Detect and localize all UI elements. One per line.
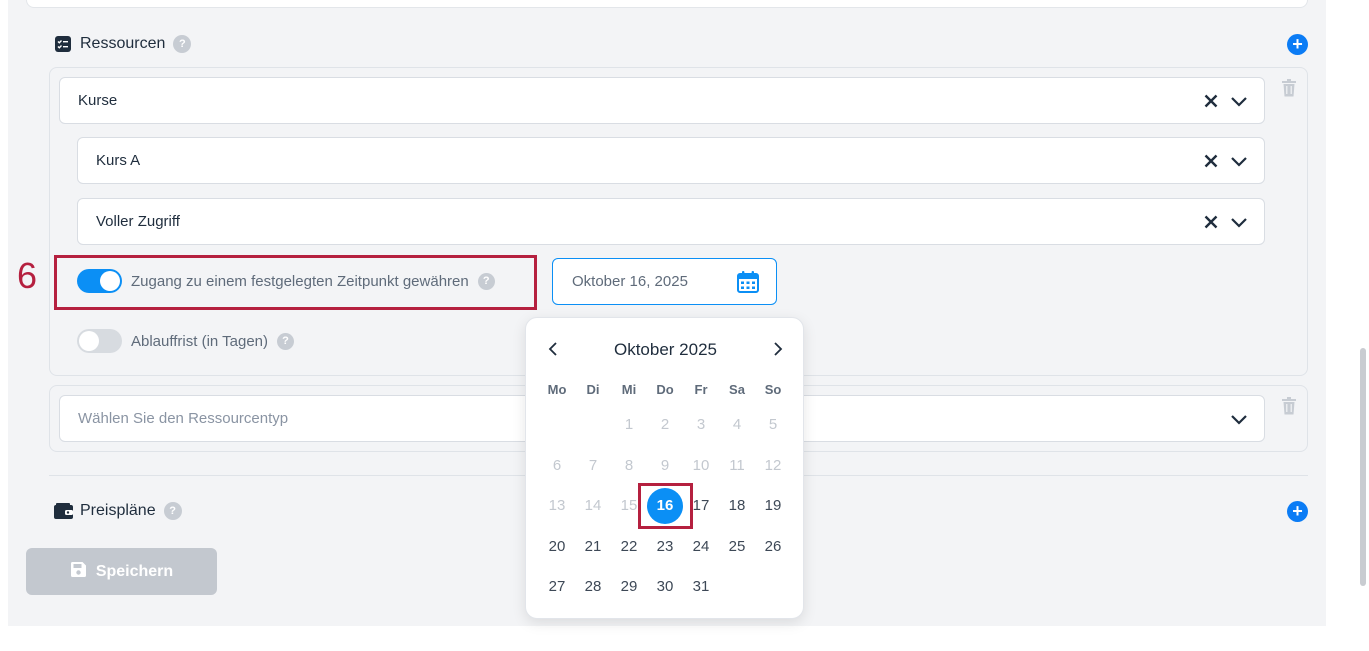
weekday-label: Sa	[729, 382, 745, 397]
weekday-label: Mi	[621, 382, 637, 397]
trash-icon[interactable]	[1282, 79, 1296, 97]
chevron-down-icon[interactable]	[1230, 92, 1248, 110]
calendar-day[interactable]: 21	[575, 529, 611, 565]
weekday-label: Fr	[694, 382, 708, 397]
weekday-label: Di	[586, 382, 600, 397]
select-value: Kurse	[78, 92, 118, 109]
pricing-header: Preispläne ?	[54, 502, 182, 520]
help-icon[interactable]: ?	[163, 502, 182, 520]
resource-type-select[interactable]: Kurse	[59, 77, 1265, 124]
calendar-day: 11	[729, 457, 745, 474]
clear-icon[interactable]	[1202, 92, 1220, 110]
calendar-day: 3	[696, 416, 706, 433]
select-value: Kurs A	[96, 152, 141, 169]
calendar-month-label: Oktober 2025	[613, 340, 717, 359]
expiry-row: Ablauffrist (in Tagen) ?	[77, 329, 295, 353]
calendar-day: 13	[548, 497, 566, 514]
calendar-day[interactable]: 31	[683, 569, 719, 605]
calendar-day: 14	[584, 497, 602, 514]
calendar-day: 7	[588, 457, 598, 474]
calendar-day: 4	[732, 416, 742, 433]
date-input[interactable]: Oktober 16, 2025	[552, 258, 777, 305]
previous-section-card	[26, 0, 1308, 8]
save-icon	[70, 561, 87, 583]
calendar-day: 1	[624, 416, 634, 433]
add-pricing-plan-button[interactable]: +	[1287, 501, 1308, 522]
checklist-icon	[54, 35, 72, 53]
clear-icon[interactable]	[1202, 213, 1220, 231]
save-button[interactable]: Speichern	[26, 548, 217, 595]
calendar-day: 9	[660, 457, 670, 474]
toggle-label: Zugang zu einem festgelegten Zeitpunkt g…	[131, 272, 469, 290]
calendar-day[interactable]: 25	[719, 529, 755, 565]
access-level-select[interactable]: Voller Zugriff	[77, 198, 1265, 245]
chevron-down-icon[interactable]	[1230, 410, 1248, 428]
chevron-right-icon[interactable]	[770, 340, 786, 358]
add-resource-button[interactable]: +	[1287, 34, 1308, 55]
expiry-toggle[interactable]	[77, 329, 122, 353]
calendar-day[interactable]: 20	[539, 529, 575, 565]
calendar-day[interactable]: 26	[755, 529, 791, 565]
toggle-label: Ablauffrist (in Tagen)	[131, 332, 269, 350]
calendar-day[interactable]: 29	[611, 569, 647, 605]
weekday-label: Do	[656, 382, 674, 397]
weekday-label: So	[764, 382, 782, 397]
help-icon[interactable]: ?	[477, 272, 495, 290]
calendar-day[interactable]: 19	[755, 488, 791, 524]
select-placeholder: Wählen Sie den Ressourcentyp	[78, 410, 289, 427]
calendar-day-selected[interactable]: 16	[647, 488, 683, 524]
help-icon[interactable]: ?	[173, 35, 192, 53]
clear-icon[interactable]	[1202, 152, 1220, 170]
pricing-title: Preispläne	[80, 502, 156, 519]
calendar-day[interactable]: 28	[575, 569, 611, 605]
calendar-day[interactable]: 27	[539, 569, 575, 605]
chevron-down-icon[interactable]	[1230, 213, 1248, 231]
calendar-day: 2	[660, 416, 670, 433]
calendar-day: 5	[768, 416, 778, 433]
calendar-day[interactable]: 22	[611, 529, 647, 565]
chevron-down-icon[interactable]	[1230, 152, 1248, 170]
resources-header: Ressourcen ?	[54, 35, 192, 53]
calendar-day[interactable]: 30	[647, 569, 683, 605]
calendar-day[interactable]: 24	[683, 529, 719, 565]
calendar-day: 6	[552, 457, 562, 474]
select-value: Voller Zugriff	[96, 213, 180, 230]
date-value: Oktober 16, 2025	[572, 273, 688, 290]
weekday-label: Mo	[547, 382, 567, 397]
calendar-day: 12	[764, 457, 782, 474]
save-label: Speichern	[95, 562, 174, 580]
fixed-time-access-toggle[interactable]	[77, 269, 122, 293]
resources-title: Ressourcen	[80, 35, 166, 52]
calendar-day[interactable]: 23	[647, 529, 683, 565]
help-icon[interactable]: ?	[277, 332, 295, 350]
wallet-icon	[54, 502, 73, 520]
step-marker: 6	[17, 255, 38, 296]
date-picker-popup: Oktober 2025 Mo Di Mi Do Fr Sa So 1 2 3 4 5 6 7 8 9 10 11…	[525, 317, 804, 619]
scrollbar-thumb[interactable]	[1360, 348, 1366, 586]
calendar-icon[interactable]	[736, 270, 760, 294]
calendar-day[interactable]: 18	[719, 488, 755, 524]
fixed-time-access-row: Zugang zu einem festgelegten Zeitpunkt g…	[77, 269, 495, 293]
calendar-day: 8	[624, 457, 634, 474]
course-select[interactable]: Kurs A	[77, 137, 1265, 184]
trash-icon[interactable]	[1282, 397, 1296, 415]
calendar-day: 10	[692, 457, 710, 474]
